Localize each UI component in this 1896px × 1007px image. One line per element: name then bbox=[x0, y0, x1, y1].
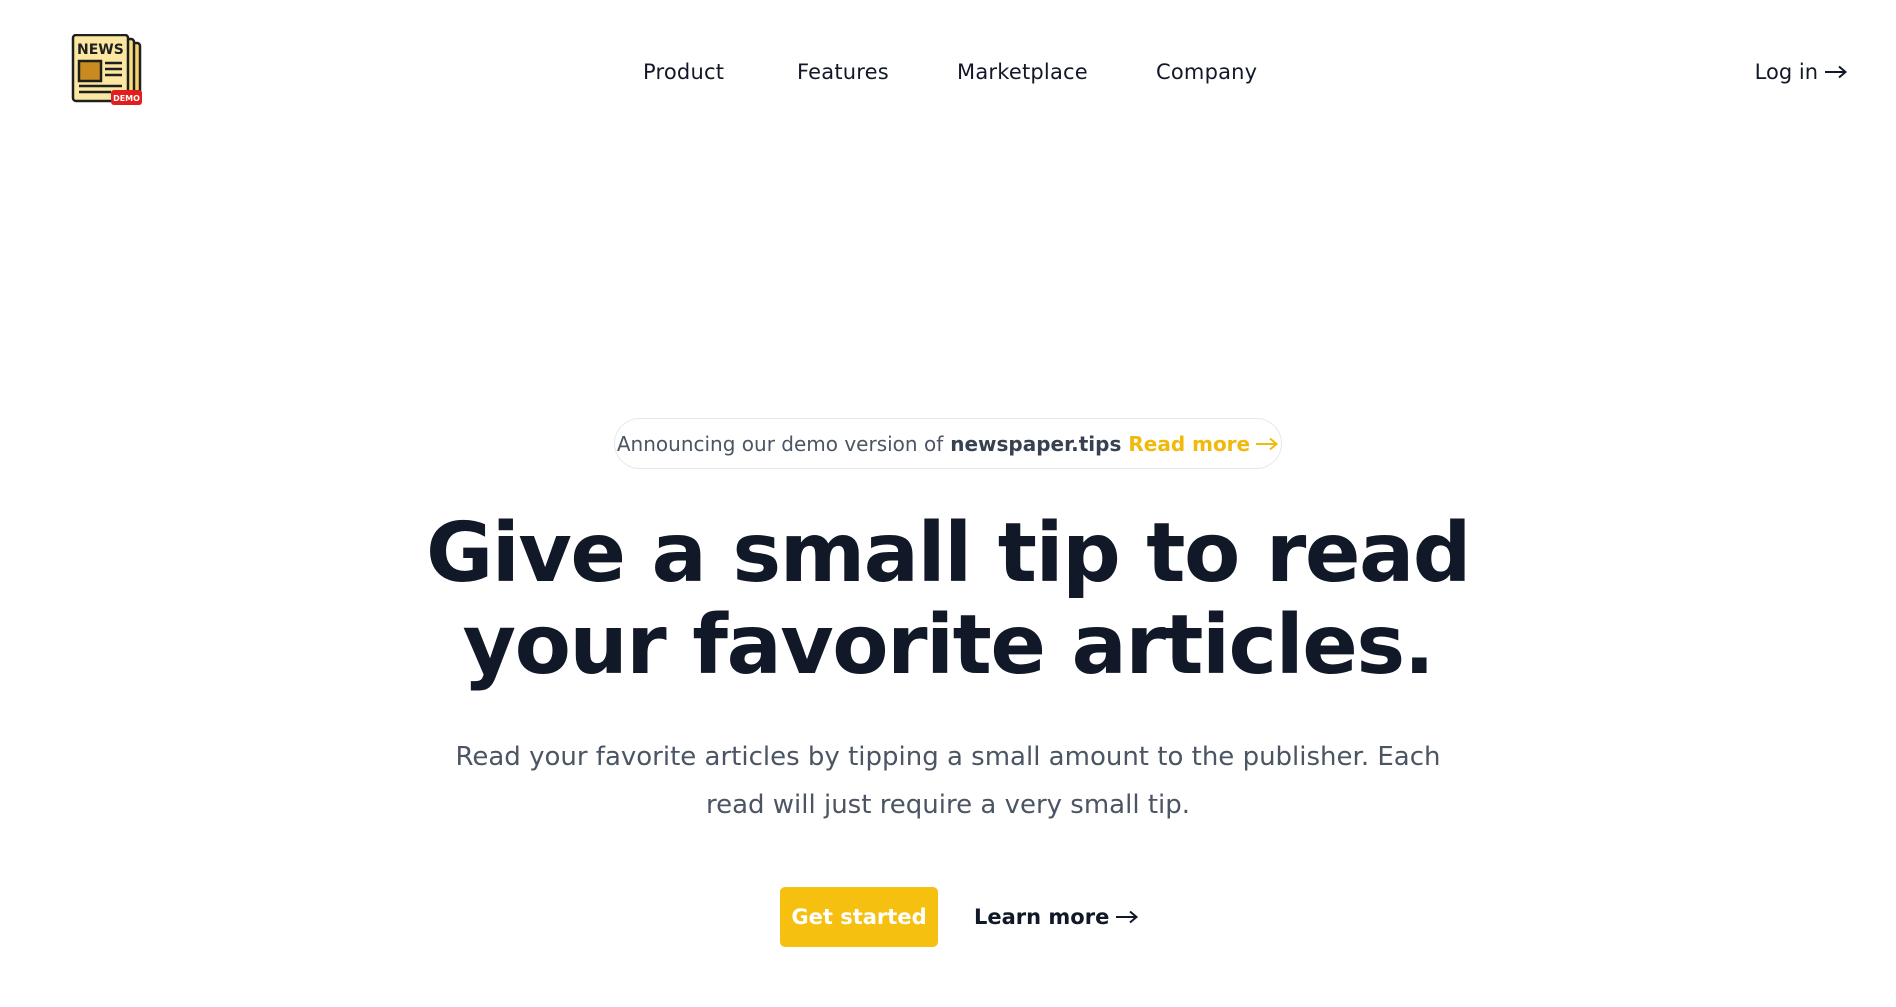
announcement-text: Announcing our demo version of bbox=[616, 431, 944, 456]
learn-more-link[interactable]: Learn more bbox=[974, 902, 1139, 932]
login-link[interactable]: Log in bbox=[1755, 57, 1848, 87]
site-header: NEWS DEMO Product Features Marketplace C… bbox=[0, 0, 1896, 142]
nav-item-features[interactable]: Features bbox=[797, 57, 889, 87]
arrow-right-icon bbox=[1116, 910, 1139, 924]
arrow-right-icon bbox=[1825, 65, 1848, 79]
announcement-read-more-link[interactable]: Read more bbox=[1128, 432, 1279, 456]
announcement-brand: newspaper.tips bbox=[950, 431, 1122, 456]
nav-item-company[interactable]: Company bbox=[1156, 57, 1257, 87]
main-nav: Product Features Marketplace Company bbox=[0, 57, 1896, 87]
hero-title-line-1: Give a small tip to read bbox=[426, 506, 1471, 601]
hero-subtitle: Read your favorite articles by tipping a… bbox=[455, 742, 1441, 820]
hero-title: Give a small tip to read your favorite a… bbox=[0, 508, 1896, 692]
logo-text: NEWS bbox=[77, 42, 124, 58]
nav-item-product[interactable]: Product bbox=[643, 57, 724, 87]
get-started-button[interactable]: Get started bbox=[780, 887, 938, 947]
read-more-label: Read more bbox=[1128, 431, 1251, 456]
logo-badge: DEMO bbox=[113, 94, 140, 103]
arrow-right-icon bbox=[1256, 437, 1279, 450]
hero-title-line-2: your favorite articles. bbox=[462, 598, 1435, 693]
login-label: Log in bbox=[1754, 60, 1818, 84]
learn-more-label: Learn more bbox=[974, 905, 1110, 929]
nav-item-marketplace[interactable]: Marketplace bbox=[957, 57, 1088, 87]
announcement-pill: Announcing our demo version of newspaper… bbox=[614, 418, 1282, 469]
